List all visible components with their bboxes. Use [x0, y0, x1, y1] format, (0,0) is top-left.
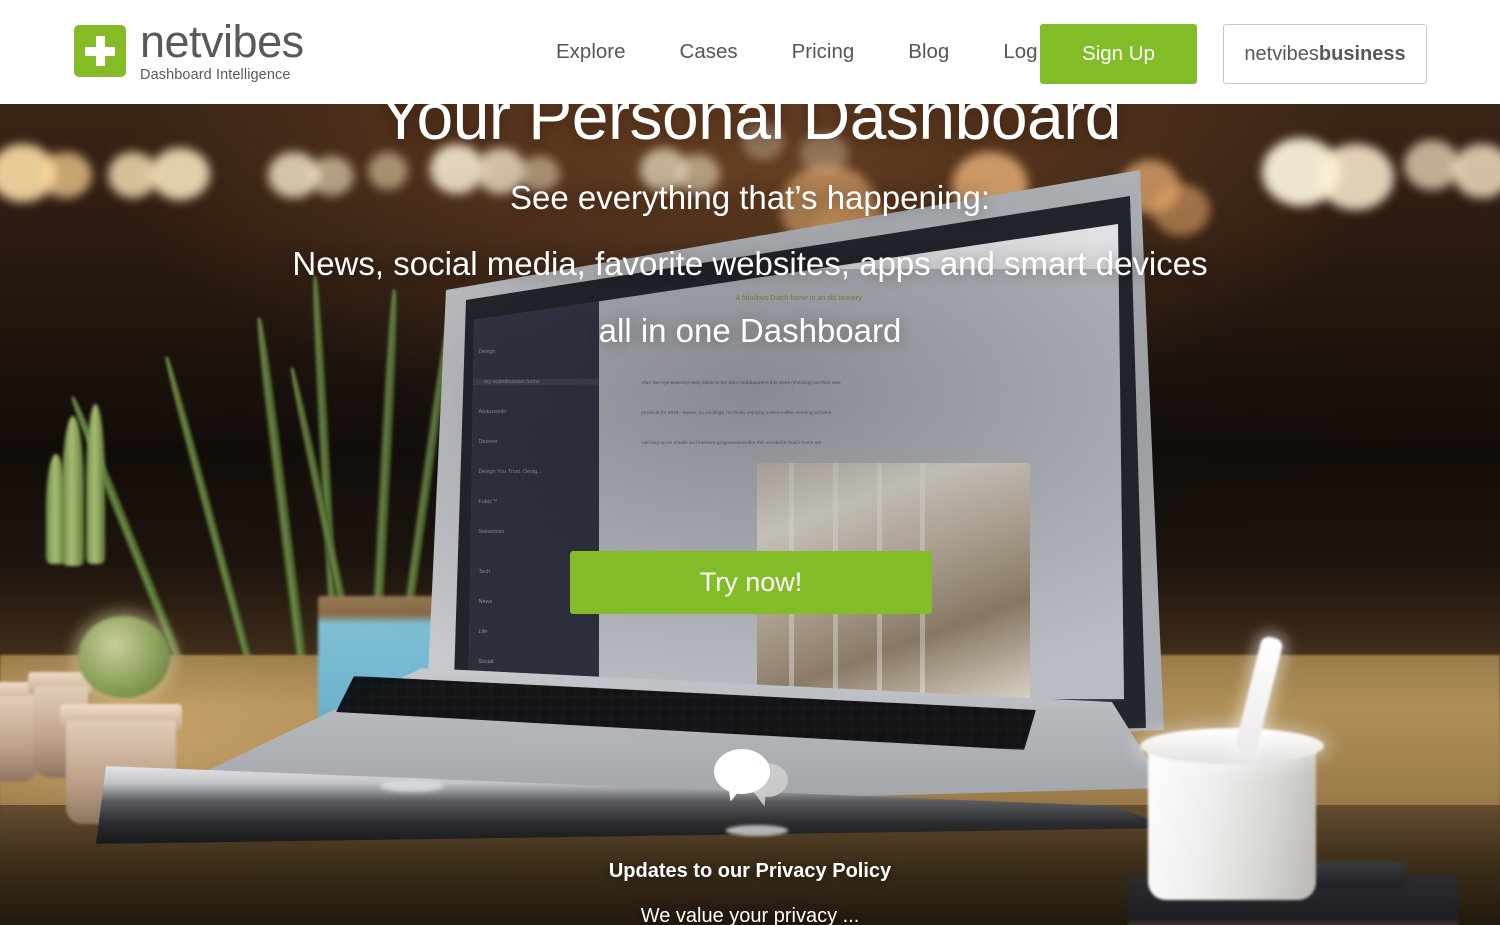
chat-widget-button[interactable] [706, 745, 806, 836]
try-now-button[interactable]: Try now! [570, 551, 932, 614]
hero-subtitle-3: all in one Dashboard [598, 311, 902, 349]
nav-item-explore[interactable]: Explore [556, 40, 653, 64]
brand-tagline: Dashboard Intelligence [140, 67, 291, 83]
nav-item-pricing[interactable]: Pricing [765, 40, 882, 64]
main-navigation: Explore Cases Pricing Blog Log in [556, 0, 1086, 104]
privacy-policy-body: We value your privacy ... [640, 905, 860, 925]
business-button-prefix: netvibes [1244, 42, 1319, 65]
brand-logo[interactable]: netvibes Dashboard Intelligence [74, 19, 304, 83]
netvibes-business-button[interactable]: netvibes business [1223, 24, 1427, 84]
privacy-policy-title: Updates to our Privacy Policy [608, 860, 892, 882]
chat-widget-shadow [726, 825, 788, 836]
business-button-suffix: business [1318, 42, 1406, 65]
privacy-policy-banner: Updates to our Privacy Policy We value y… [0, 860, 1500, 925]
nav-item-blog[interactable]: Blog [881, 40, 976, 64]
page-root: my scandinavian home My Dashboard Design… [0, 0, 1500, 925]
brand-name: netvibes [140, 16, 304, 67]
plus-square-icon [74, 24, 126, 77]
nav-item-cases[interactable]: Cases [653, 40, 765, 64]
hero-subtitle-2: News, social media, favorite websites, a… [292, 244, 1208, 282]
speech-bubble-front-tail-icon [724, 781, 745, 804]
hero-subtitle-1: See everything that’s happening: [509, 179, 991, 217]
site-header: netvibes Dashboard Intelligence Explore … [0, 0, 1500, 104]
brand-logo-text: netvibes Dashboard Intelligence [140, 19, 304, 83]
sign-up-button[interactable]: Sign Up [1040, 24, 1197, 84]
